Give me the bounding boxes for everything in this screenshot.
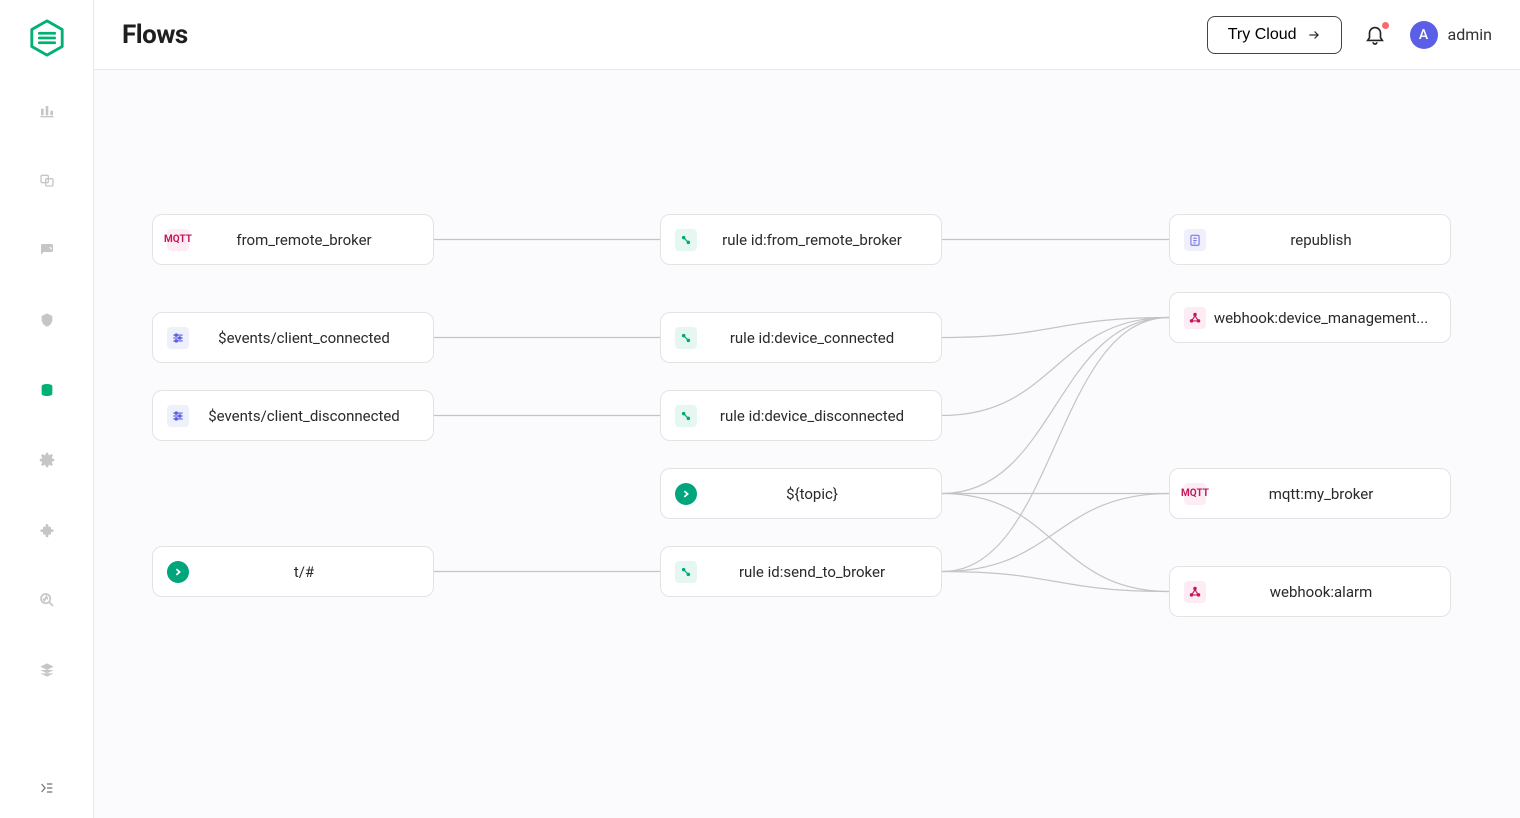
notifications-button[interactable]: [1364, 23, 1388, 47]
flow-node-label: republish: [1206, 231, 1436, 249]
sidebar-item-overview[interactable]: [35, 98, 59, 122]
event-icon: [167, 405, 189, 427]
logo[interactable]: [27, 18, 67, 58]
flow-node-label: webhook:device_management...: [1206, 309, 1436, 327]
flow-node-src2[interactable]: $events/client_disconnected: [152, 390, 434, 441]
flow-node-label: $events/client_disconnected: [189, 407, 419, 425]
sidebar: [0, 0, 94, 818]
flow-node-sink1[interactable]: webhook:device_management...: [1169, 292, 1451, 343]
sidebar-item-extensions[interactable]: [35, 518, 59, 542]
mqtt-icon: MQTT: [167, 229, 189, 251]
sidebar-collapse[interactable]: [0, 780, 93, 796]
try-cloud-button[interactable]: Try Cloud: [1207, 16, 1342, 54]
flow-node-src0[interactable]: MQTTfrom_remote_broker: [152, 214, 434, 265]
flow-node-label: from_remote_broker: [189, 231, 419, 249]
flow-node-label: webhook:alarm: [1206, 583, 1436, 601]
arrow-right-icon: [1307, 28, 1321, 42]
flow-node-label: t/#: [189, 563, 419, 581]
rule-icon: [675, 327, 697, 349]
topic-icon: [167, 561, 189, 583]
flow-node-rule2[interactable]: rule id:device_disconnected: [660, 390, 942, 441]
flow-node-sink2[interactable]: MQTTmqtt:my_broker: [1169, 468, 1451, 519]
flow-node-label: ${topic}: [697, 485, 927, 503]
flow-node-rule3[interactable]: ${topic}: [660, 468, 942, 519]
notification-dot-icon: [1382, 22, 1389, 29]
flow-node-label: rule id:device_connected: [697, 329, 927, 347]
header: Flows Try Cloud A admin: [94, 0, 1520, 70]
event-icon: [167, 327, 189, 349]
rule-icon: [675, 561, 697, 583]
flow-node-label: $events/client_connected: [189, 329, 419, 347]
flow-node-rule0[interactable]: rule id:from_remote_broker: [660, 214, 942, 265]
flow-node-rule1[interactable]: rule id:device_connected: [660, 312, 942, 363]
username-label: admin: [1448, 25, 1492, 44]
flow-node-src3[interactable]: t/#: [152, 546, 434, 597]
sidebar-item-connections[interactable]: [35, 168, 59, 192]
rule-icon: [675, 229, 697, 251]
sidebar-item-storage[interactable]: [35, 658, 59, 682]
webhook-icon: [1184, 581, 1206, 603]
flow-node-label: rule id:device_disconnected: [697, 407, 927, 425]
sidebar-item-monitoring[interactable]: [35, 588, 59, 612]
rule-icon: [675, 405, 697, 427]
mqtt-icon: MQTT: [1184, 483, 1206, 505]
user-menu[interactable]: A admin: [1410, 21, 1492, 49]
webhook-icon: [1184, 307, 1206, 329]
topic-icon: [675, 483, 697, 505]
sidebar-icons: [35, 98, 59, 682]
flow-node-sink3[interactable]: webhook:alarm: [1169, 566, 1451, 617]
page-title: Flows: [122, 20, 188, 50]
sidebar-item-integration[interactable]: [35, 448, 59, 472]
sidebar-item-flows[interactable]: [35, 378, 59, 402]
republish-icon: [1184, 229, 1206, 251]
flow-node-label: mqtt:my_broker: [1206, 485, 1436, 503]
sidebar-item-rules[interactable]: [35, 238, 59, 262]
flow-node-rule4[interactable]: rule id:send_to_broker: [660, 546, 942, 597]
sidebar-item-security[interactable]: [35, 308, 59, 332]
flow-node-label: rule id:from_remote_broker: [697, 231, 927, 249]
flow-node-label: rule id:send_to_broker: [697, 563, 927, 581]
try-cloud-label: Try Cloud: [1228, 26, 1297, 44]
flow-node-sink0[interactable]: republish: [1169, 214, 1451, 265]
flows-canvas[interactable]: MQTTfrom_remote_broker$events/client_con…: [94, 70, 1520, 818]
avatar: A: [1410, 21, 1438, 49]
flow-node-src1[interactable]: $events/client_connected: [152, 312, 434, 363]
